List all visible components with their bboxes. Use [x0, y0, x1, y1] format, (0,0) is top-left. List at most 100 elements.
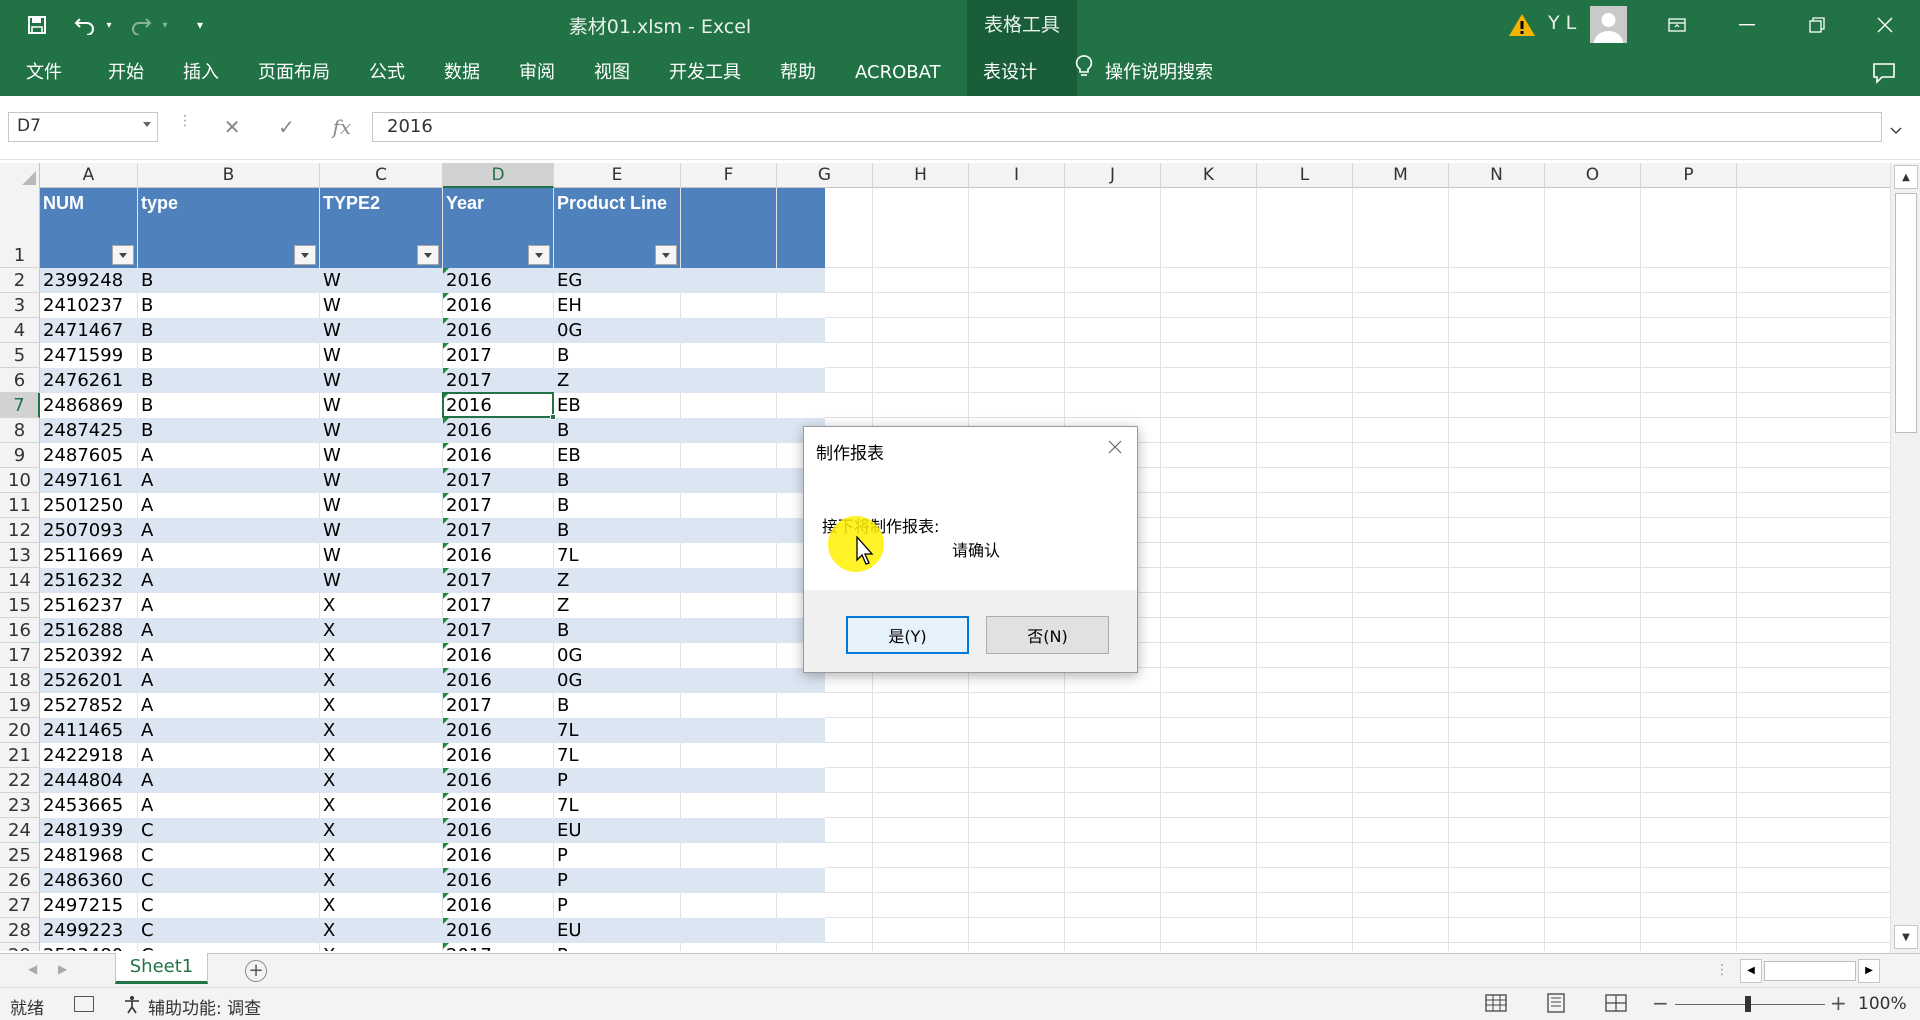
row-header[interactable]: 2: [0, 268, 40, 293]
page-break-view-icon[interactable]: [1605, 993, 1627, 1013]
table-cell[interactable]: 2499223: [40, 918, 138, 943]
tab-insert[interactable]: 插入: [183, 50, 219, 96]
column-header-e[interactable]: E: [554, 163, 681, 188]
table-cell[interactable]: W: [320, 393, 443, 418]
table-cell[interactable]: P: [554, 943, 681, 951]
table-cell[interactable]: 2481968: [40, 843, 138, 868]
table-cell[interactable]: C: [138, 868, 320, 893]
table-cell[interactable]: C: [138, 818, 320, 843]
column-header-a[interactable]: A: [40, 163, 138, 188]
table-cell[interactable]: 2016: [443, 893, 554, 918]
table-cell[interactable]: B: [138, 343, 320, 368]
macro-recording-icon[interactable]: [74, 996, 94, 1012]
page-layout-view-icon[interactable]: [1545, 993, 1567, 1013]
filter-dropdown-icon[interactable]: [112, 245, 134, 265]
row-header[interactable]: 11: [0, 493, 40, 518]
sheet-nav-prev-icon[interactable]: ◀: [28, 962, 37, 976]
table-cell[interactable]: 2016: [443, 843, 554, 868]
table-cell[interactable]: X: [320, 918, 443, 943]
table-header-cell[interactable]: Product Line: [554, 188, 681, 268]
row-header[interactable]: 10: [0, 468, 40, 493]
table-cell[interactable]: 2016: [443, 918, 554, 943]
row-header[interactable]: 26: [0, 868, 40, 893]
table-cell[interactable]: X: [320, 718, 443, 743]
table-cell[interactable]: 2017: [443, 693, 554, 718]
table-cell[interactable]: X: [320, 693, 443, 718]
filter-dropdown-icon[interactable]: [528, 245, 550, 265]
table-cell[interactable]: EB: [554, 393, 681, 418]
horizontal-scrollbar[interactable]: ◀ ▶: [1740, 959, 1880, 983]
row-header[interactable]: 8: [0, 418, 40, 443]
table-header-cell[interactable]: Year: [443, 188, 554, 268]
column-header-d[interactable]: D: [443, 163, 554, 188]
table-cell[interactable]: 2017: [443, 943, 554, 951]
table-cell[interactable]: P: [554, 768, 681, 793]
minimize-icon[interactable]: [1712, 0, 1782, 50]
row-header[interactable]: 20: [0, 718, 40, 743]
table-cell[interactable]: 2516232: [40, 568, 138, 593]
fill-handle[interactable]: [550, 414, 556, 420]
table-header-cell[interactable]: type: [138, 188, 320, 268]
table-cell[interactable]: 2523480: [40, 943, 138, 951]
table-cell[interactable]: A: [138, 593, 320, 618]
table-cell[interactable]: C: [138, 843, 320, 868]
tab-view[interactable]: 视图: [594, 50, 630, 96]
table-cell[interactable]: B: [554, 468, 681, 493]
zoom-in-icon[interactable]: +: [1830, 991, 1847, 1015]
no-button[interactable]: 否(N): [986, 616, 1109, 654]
table-cell[interactable]: Z: [554, 568, 681, 593]
tab-split-handle-icon[interactable]: ⋮: [1715, 962, 1729, 978]
table-cell[interactable]: 2487605: [40, 443, 138, 468]
vertical-scrollbar[interactable]: ▲ ▼: [1890, 163, 1920, 953]
column-header-f[interactable]: F: [681, 163, 777, 188]
filter-dropdown-icon[interactable]: [655, 245, 677, 265]
table-cell[interactable]: W: [320, 543, 443, 568]
table-cell[interactable]: X: [320, 868, 443, 893]
table-cell[interactable]: 0G: [554, 318, 681, 343]
table-cell[interactable]: C: [138, 943, 320, 951]
table-cell[interactable]: 2527852: [40, 693, 138, 718]
table-cell[interactable]: 7L: [554, 718, 681, 743]
scroll-left-icon[interactable]: ◀: [1740, 959, 1762, 983]
table-cell[interactable]: 2016: [443, 668, 554, 693]
cancel-entry-icon[interactable]: ✕: [224, 115, 241, 139]
table-cell[interactable]: 2016: [443, 743, 554, 768]
table-cell[interactable]: B: [138, 418, 320, 443]
row-header[interactable]: 14: [0, 568, 40, 593]
vertical-scroll-thumb[interactable]: [1895, 193, 1917, 433]
name-box-dropdown-icon[interactable]: [143, 122, 151, 127]
table-cell[interactable]: 2016: [443, 443, 554, 468]
table-cell[interactable]: 2511669: [40, 543, 138, 568]
column-header-c[interactable]: C: [320, 163, 443, 188]
table-cell[interactable]: B: [138, 318, 320, 343]
table-cell[interactable]: X: [320, 743, 443, 768]
column-header-n[interactable]: N: [1449, 163, 1545, 188]
table-cell[interactable]: A: [138, 518, 320, 543]
table-cell[interactable]: 0G: [554, 643, 681, 668]
table-cell[interactable]: W: [320, 318, 443, 343]
table-cell[interactable]: B: [554, 493, 681, 518]
row-header[interactable]: 22: [0, 768, 40, 793]
row-header[interactable]: 21: [0, 743, 40, 768]
table-cell[interactable]: A: [138, 643, 320, 668]
table-cell[interactable]: 2016: [443, 418, 554, 443]
table-cell[interactable]: X: [320, 818, 443, 843]
table-cell[interactable]: EB: [554, 443, 681, 468]
table-cell[interactable]: A: [138, 568, 320, 593]
table-cell[interactable]: 2516288: [40, 618, 138, 643]
table-cell[interactable]: 2410237: [40, 293, 138, 318]
expand-formula-bar-icon[interactable]: [1890, 120, 1902, 135]
table-header-cell[interactable]: NUM: [40, 188, 138, 268]
table-cell[interactable]: 2017: [443, 593, 554, 618]
table-cell[interactable]: EG: [554, 268, 681, 293]
filter-dropdown-icon[interactable]: [417, 245, 439, 265]
table-cell[interactable]: 2471467: [40, 318, 138, 343]
tab-home[interactable]: 开始: [108, 50, 144, 96]
table-cell[interactable]: A: [138, 443, 320, 468]
table-cell[interactable]: 2016: [443, 718, 554, 743]
table-cell[interactable]: 2017: [443, 468, 554, 493]
table-cell[interactable]: 2016: [443, 268, 554, 293]
table-cell[interactable]: X: [320, 768, 443, 793]
table-cell[interactable]: B: [554, 693, 681, 718]
table-cell[interactable]: B: [138, 293, 320, 318]
